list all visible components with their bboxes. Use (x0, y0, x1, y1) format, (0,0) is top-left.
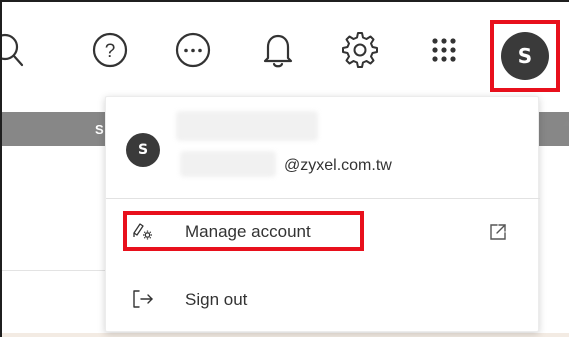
sign-out-item[interactable]: Sign out (106, 275, 540, 323)
help-icon[interactable]: ? (86, 26, 134, 74)
avatar: S (126, 133, 160, 167)
background-footer-strip (2, 333, 569, 337)
background-divider (2, 270, 107, 271)
more-icon[interactable] (169, 26, 217, 74)
gear-icon[interactable] (336, 26, 384, 74)
account-settings-icon (133, 223, 152, 240)
manage-account-item[interactable]: Manage account (106, 209, 540, 257)
menu-divider (106, 198, 540, 199)
sign-out-icon (133, 290, 153, 308)
apps-icon[interactable] (420, 26, 468, 74)
help-glyph: ? (105, 41, 116, 62)
top-toolbar: ? S (2, 2, 569, 98)
scroll-up-arrow-icon[interactable] (563, 120, 569, 126)
background-band-text: S (95, 122, 104, 137)
screenshot-frame: S ? S S @zyxel.com.tw Manage account Sig… (0, 0, 569, 337)
sign-out-label: Sign out (185, 290, 248, 309)
user-avatar-button[interactable]: S (501, 32, 549, 80)
search-icon[interactable] (2, 26, 32, 74)
manage-account-label: Manage account (185, 222, 311, 241)
account-dropdown: S @zyxel.com.tw Manage account Sign out (105, 96, 540, 332)
redacted-email-user (180, 151, 276, 177)
bell-icon[interactable] (254, 26, 302, 74)
external-link-icon (490, 224, 506, 240)
email-domain: @zyxel.com.tw (284, 157, 392, 174)
redacted-user-name (176, 111, 318, 141)
avatar-highlight-box: S (490, 20, 560, 92)
